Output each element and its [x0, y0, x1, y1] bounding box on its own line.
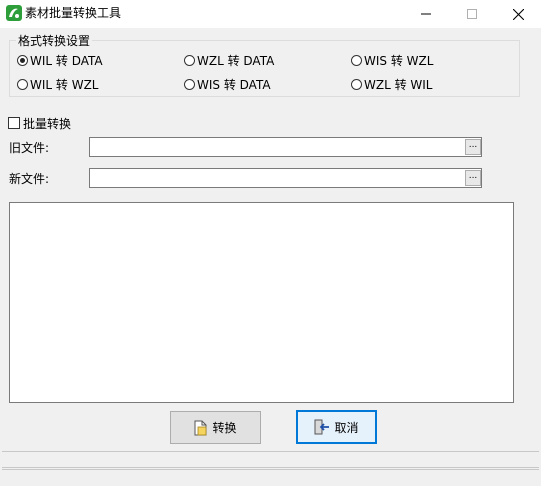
radio-label: WZL 转 DATA — [197, 53, 275, 68]
minimize-button[interactable] — [403, 0, 449, 28]
progress-bar — [2, 469, 539, 484]
old-file-label: 旧文件: — [9, 141, 50, 155]
close-button[interactable] — [495, 0, 541, 28]
maximize-button[interactable] — [449, 0, 495, 28]
format-settings-title: 格式转换设置 — [16, 33, 93, 49]
batch-convert-checkbox[interactable]: 批量转换 — [8, 115, 71, 131]
radio-circle — [184, 78, 195, 90]
radio-label: WIL 转 DATA — [30, 53, 103, 68]
old-file-browse-button[interactable]: ... — [465, 139, 481, 155]
cancel-label: 取消 — [334, 420, 359, 435]
radio-wzl-to-wil[interactable]: WZL 转 WIL — [351, 76, 433, 92]
radio-wzl-to-data[interactable]: WZL 转 DATA — [184, 52, 274, 68]
new-file-input[interactable] — [89, 168, 482, 188]
radio-circle-checked — [17, 54, 28, 66]
convert-label: 转换 — [212, 421, 237, 435]
radio-wil-to-wzl[interactable]: WIL 转 WZL — [17, 76, 99, 92]
old-file-input[interactable] — [89, 137, 482, 157]
exit-door-icon — [314, 419, 330, 435]
radio-label: WIS 转 DATA — [197, 77, 271, 92]
radio-wis-to-data[interactable]: WIS 转 DATA — [184, 76, 271, 92]
status-bar — [2, 451, 539, 468]
new-file-browse-button[interactable]: ... — [465, 170, 481, 186]
window-title: 素材批量转换工具 — [25, 6, 122, 20]
convert-button[interactable]: 转换 — [170, 411, 261, 444]
file-icon — [194, 420, 208, 436]
title-bar[interactable]: 素材批量转换工具 — [0, 0, 541, 28]
radio-wil-to-data[interactable]: WIL 转 DATA — [17, 52, 103, 68]
minimize-icon — [421, 13, 431, 15]
close-icon — [512, 8, 524, 20]
radio-label: WIS 转 WZL — [364, 53, 434, 68]
cancel-button[interactable]: 取消 — [296, 410, 377, 444]
app-logo-icon — [6, 5, 22, 21]
radio-circle — [17, 78, 28, 90]
radio-circle — [184, 54, 195, 66]
log-textarea[interactable] — [9, 202, 514, 403]
radio-circle — [351, 54, 362, 66]
radio-label: WZL 转 WIL — [364, 77, 433, 92]
radio-circle — [351, 78, 362, 90]
maximize-icon — [467, 9, 477, 19]
checkbox-box — [8, 117, 20, 129]
radio-wis-to-wzl[interactable]: WIS 转 WZL — [351, 52, 433, 68]
new-file-label: 新文件: — [9, 172, 50, 186]
radio-label: WIL 转 WZL — [30, 77, 99, 92]
batch-convert-label: 批量转换 — [23, 116, 72, 131]
